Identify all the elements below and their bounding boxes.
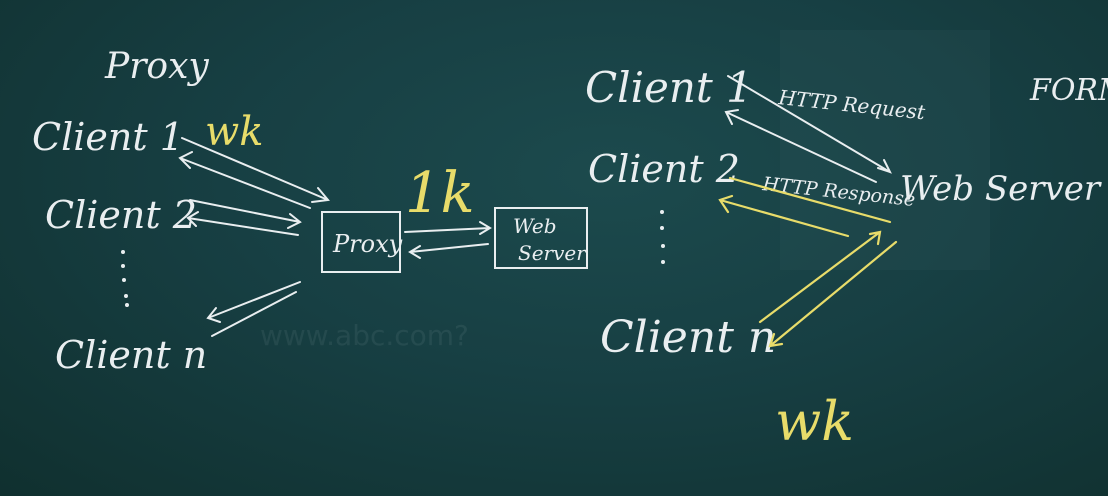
left-proxy-server-arrows	[404, 221, 492, 259]
right-web-server: Web Server	[900, 169, 1102, 209]
erased-area	[780, 30, 990, 270]
left-dots	[121, 250, 129, 307]
left-client-arrows	[178, 137, 330, 337]
chalkboard-drawing: www.abc.com? Proxy Client 1 Client 2 Cli…	[32, 30, 1108, 453]
right-client-n: Client n	[600, 312, 776, 363]
left-title: Proxy	[104, 46, 209, 87]
left-1k-label: 1k	[405, 161, 475, 226]
faint-url: www.abc.com?	[260, 319, 469, 352]
right-edge-text: FORM	[1029, 73, 1108, 108]
right-wk-label: wk	[775, 390, 854, 453]
left-wk-label: wk	[205, 109, 263, 155]
right-client-2: Client 2	[588, 147, 740, 191]
left-server-box-line2: Server	[518, 241, 587, 265]
left-server-box-line1: Web	[513, 214, 557, 238]
left-client-n: Client n	[55, 333, 207, 377]
left-client-2: Client 2	[45, 193, 197, 237]
left-proxy-box-label: Proxy	[332, 230, 403, 258]
right-client-1: Client 1	[585, 63, 753, 112]
right-dots	[660, 210, 665, 264]
chalkboard: www.abc.com? Proxy Client 1 Client 2 Cli…	[0, 0, 1108, 496]
left-client-1: Client 1	[32, 115, 184, 159]
